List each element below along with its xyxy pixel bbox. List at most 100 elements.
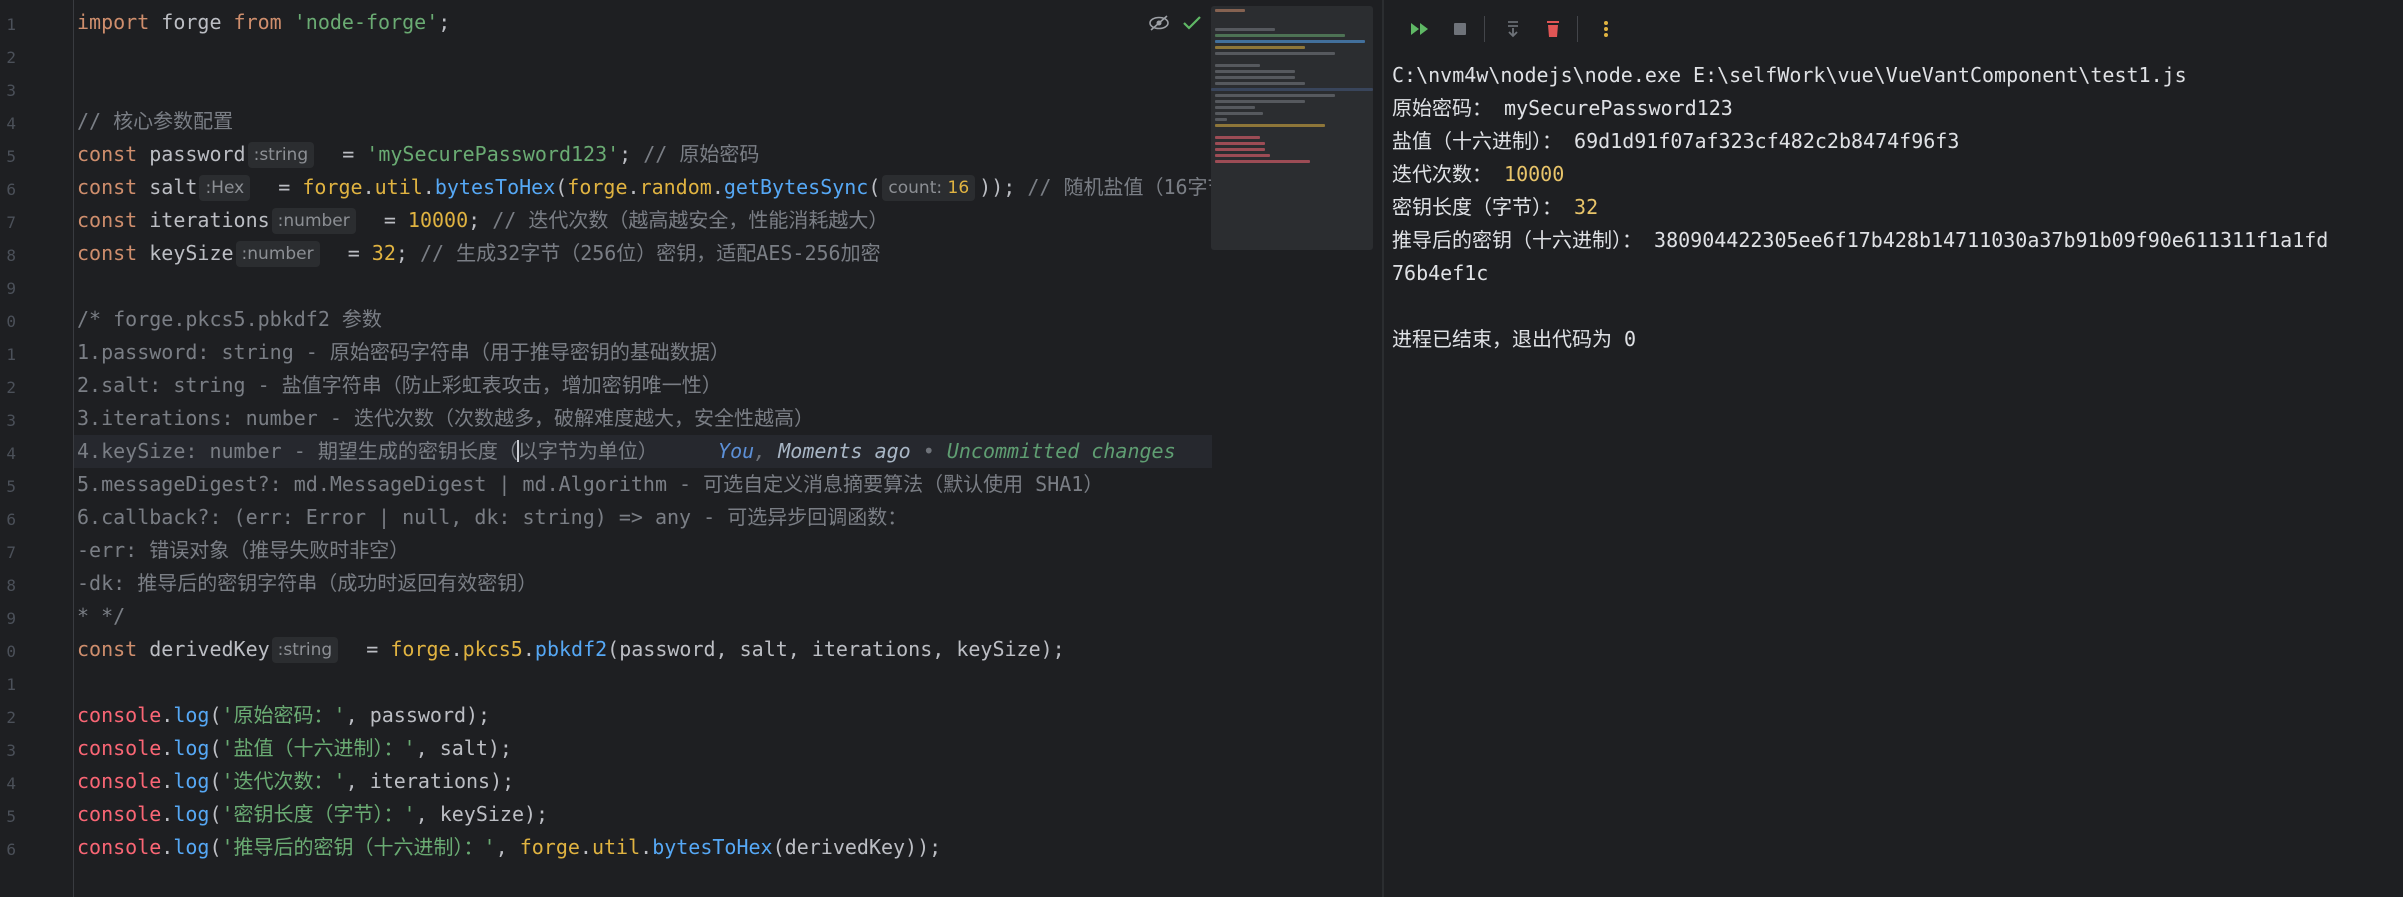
blame-time: Moments ago bbox=[778, 439, 911, 463]
code-line-13[interactable]: 3.iterations: number - 迭代次数（次数越多，破解难度越大，… bbox=[77, 402, 814, 435]
minimap-line bbox=[1215, 40, 1365, 43]
code-line-18[interactable]: -dk: 推导后的密钥字符串（成功时返回有效密钥） bbox=[77, 567, 537, 600]
code-token: forge bbox=[302, 175, 363, 199]
code-line-24[interactable]: console.log('迭代次数：', iterations); bbox=[77, 765, 514, 798]
code-token: forge bbox=[149, 10, 234, 34]
code-token: 10000 bbox=[407, 208, 469, 232]
output-label: 密钥长度（字节）： bbox=[1392, 195, 1575, 219]
code-line-22[interactable]: console.log('原始密码：', password); bbox=[77, 699, 490, 732]
blame-author: You bbox=[718, 439, 755, 463]
more-icon bbox=[1604, 21, 1608, 37]
scroll-to-end-button[interactable] bbox=[1495, 11, 1531, 47]
code-token: ( bbox=[209, 802, 222, 826]
code-line-6[interactable]: const salt:Hex = forge.util.bytesToHex(f… bbox=[77, 171, 1228, 204]
code-token: ( bbox=[209, 835, 222, 859]
code-minimap[interactable] bbox=[1211, 6, 1373, 250]
git-blame-annotation[interactable]: You, Moments ago • Uncommitted changes bbox=[658, 439, 1176, 463]
line-number: 0 bbox=[6, 312, 16, 331]
blame-separator: • bbox=[910, 439, 947, 463]
code-line-19[interactable]: * */ bbox=[77, 600, 125, 633]
code-token: . bbox=[450, 637, 463, 661]
toolbar-separator bbox=[1577, 16, 1578, 42]
console-command-line: C:\nvm4w\nodejs\node.exe E:\selfWork\vue… bbox=[1392, 63, 2187, 87]
console-output-line: 推导后的密钥（十六进制）： 380904422305ee6f17b428b147… bbox=[1392, 224, 2328, 257]
code-token: '推导后的密钥（十六进制）：' bbox=[221, 835, 496, 859]
code-token: log bbox=[173, 736, 210, 760]
code-line-26[interactable]: console.log('推导后的密钥（十六进制）：', forge.util.… bbox=[77, 831, 941, 864]
code-token: . bbox=[640, 835, 653, 859]
code-line-1[interactable]: import forge from 'node-forge'; bbox=[77, 6, 450, 39]
line-number: 4 bbox=[6, 444, 16, 463]
code-token: , bbox=[495, 835, 520, 859]
code-line-10[interactable]: /* forge.pkcs5.pbkdf2 参数 bbox=[77, 303, 382, 336]
code-token: ; bbox=[619, 142, 644, 166]
code-line-16[interactable]: 6.callback?: (err: Error | null, dk: str… bbox=[77, 501, 907, 534]
line-number: 4 bbox=[6, 774, 16, 793]
line-number: 6 bbox=[6, 180, 16, 199]
code-line-15[interactable]: 5.messageDigest?: md.MessageDigest | md.… bbox=[77, 468, 1103, 501]
code-token: . bbox=[161, 835, 174, 859]
code-line-5[interactable]: const password:string = 'mySecurePasswor… bbox=[77, 138, 759, 171]
minimap-line bbox=[1215, 52, 1335, 55]
code-token: console bbox=[77, 703, 162, 727]
clear-all-button[interactable] bbox=[1535, 11, 1571, 47]
more-options-button[interactable] bbox=[1588, 11, 1624, 47]
code-token: const bbox=[77, 241, 138, 265]
type-hint: :string bbox=[271, 637, 339, 663]
no-problems-check-icon[interactable] bbox=[1182, 13, 1202, 37]
code-line-14[interactable]: 4.keySize: number - 期望生成的密钥长度（以字节为单位） Yo… bbox=[77, 435, 1176, 468]
type-hint: :Hex bbox=[199, 175, 251, 201]
code-token: bytesToHex bbox=[652, 835, 773, 859]
minimap-line bbox=[1215, 94, 1335, 97]
line-number: 8 bbox=[6, 576, 16, 595]
minimap-line bbox=[1215, 136, 1260, 139]
reader-mode-icon[interactable] bbox=[1148, 13, 1170, 37]
code-token: ; bbox=[395, 241, 420, 265]
code-comment: // 生成32字节（256位）密钥，适配AES-256加密 bbox=[419, 241, 881, 265]
line-number: 9 bbox=[6, 279, 16, 298]
blame-status: Uncommitted changes bbox=[946, 439, 1176, 463]
code-token: forge bbox=[519, 835, 580, 859]
code-token: , salt); bbox=[415, 736, 512, 760]
code-token: '密钥长度（字节）：' bbox=[221, 802, 416, 826]
output-label: 推导后的密钥（十六进制）： bbox=[1392, 228, 1655, 252]
console-toolbar bbox=[1384, 0, 2403, 58]
parameter-hint: count: 16 bbox=[882, 175, 976, 201]
line-number: 2 bbox=[6, 48, 16, 67]
code-line-23[interactable]: console.log('盐值（十六进制）：', salt); bbox=[77, 732, 512, 765]
minimap-line bbox=[1215, 118, 1227, 121]
toolbar-separator bbox=[1484, 16, 1485, 42]
code-token: . bbox=[579, 835, 592, 859]
code-line-17[interactable]: -err: 错误对象（推导失败时非空） bbox=[77, 534, 409, 567]
stop-button[interactable] bbox=[1442, 11, 1478, 47]
line-number: 0 bbox=[6, 642, 16, 661]
rerun-button[interactable] bbox=[1402, 11, 1438, 47]
code-line-12[interactable]: 2.salt: string - 盐值字符串（防止彩虹表攻击，增加密钥唯一性） bbox=[77, 369, 722, 402]
code-token: const bbox=[77, 637, 138, 661]
code-token: ; bbox=[438, 10, 451, 34]
code-token: log bbox=[173, 802, 210, 826]
code-token: (password, salt, iterations, keySize); bbox=[607, 637, 1065, 661]
code-line-20[interactable]: const derivedKey:string = forge.pkcs5.pb… bbox=[77, 633, 1065, 666]
code-line-11[interactable]: 1.password: string - 原始密码字符串（用于推导密钥的基础数据… bbox=[77, 336, 730, 369]
code-editor[interactable]: 1 2 3 4 5 6 7 8 9 0 1 2 3 4 5 6 7 8 9 0 … bbox=[0, 0, 1382, 897]
run-console-panel[interactable]: C:\nvm4w\nodejs\node.exe E:\selfWork\vue… bbox=[1382, 0, 2403, 897]
code-line-7[interactable]: const iterations:number = 10000; // 迭代次数… bbox=[77, 204, 888, 237]
editor-inspection-widget bbox=[1148, 10, 1202, 40]
minimap-line bbox=[1215, 124, 1325, 127]
stop-icon bbox=[1454, 23, 1466, 35]
code-comment: 4.keySize: number - 期望生成的密钥长度（ bbox=[77, 439, 518, 463]
code-token: . bbox=[422, 175, 435, 199]
code-token: . bbox=[362, 175, 375, 199]
output-value: 10000 bbox=[1504, 162, 1565, 186]
line-number: 1 bbox=[6, 345, 16, 364]
code-line-8[interactable]: const keySize:number = 32; // 生成32字节（256… bbox=[77, 237, 881, 270]
code-token: forge bbox=[567, 175, 628, 199]
line-number: 7 bbox=[6, 213, 16, 232]
minimap-line bbox=[1215, 28, 1275, 31]
code-line-25[interactable]: console.log('密钥长度（字节）：', keySize); bbox=[77, 798, 548, 831]
code-token: 'mySecurePassword123' bbox=[366, 142, 620, 166]
code-line-4[interactable]: // 核心参数配置 bbox=[77, 105, 233, 138]
code-token: const bbox=[77, 175, 138, 199]
code-token: ( bbox=[868, 175, 881, 199]
